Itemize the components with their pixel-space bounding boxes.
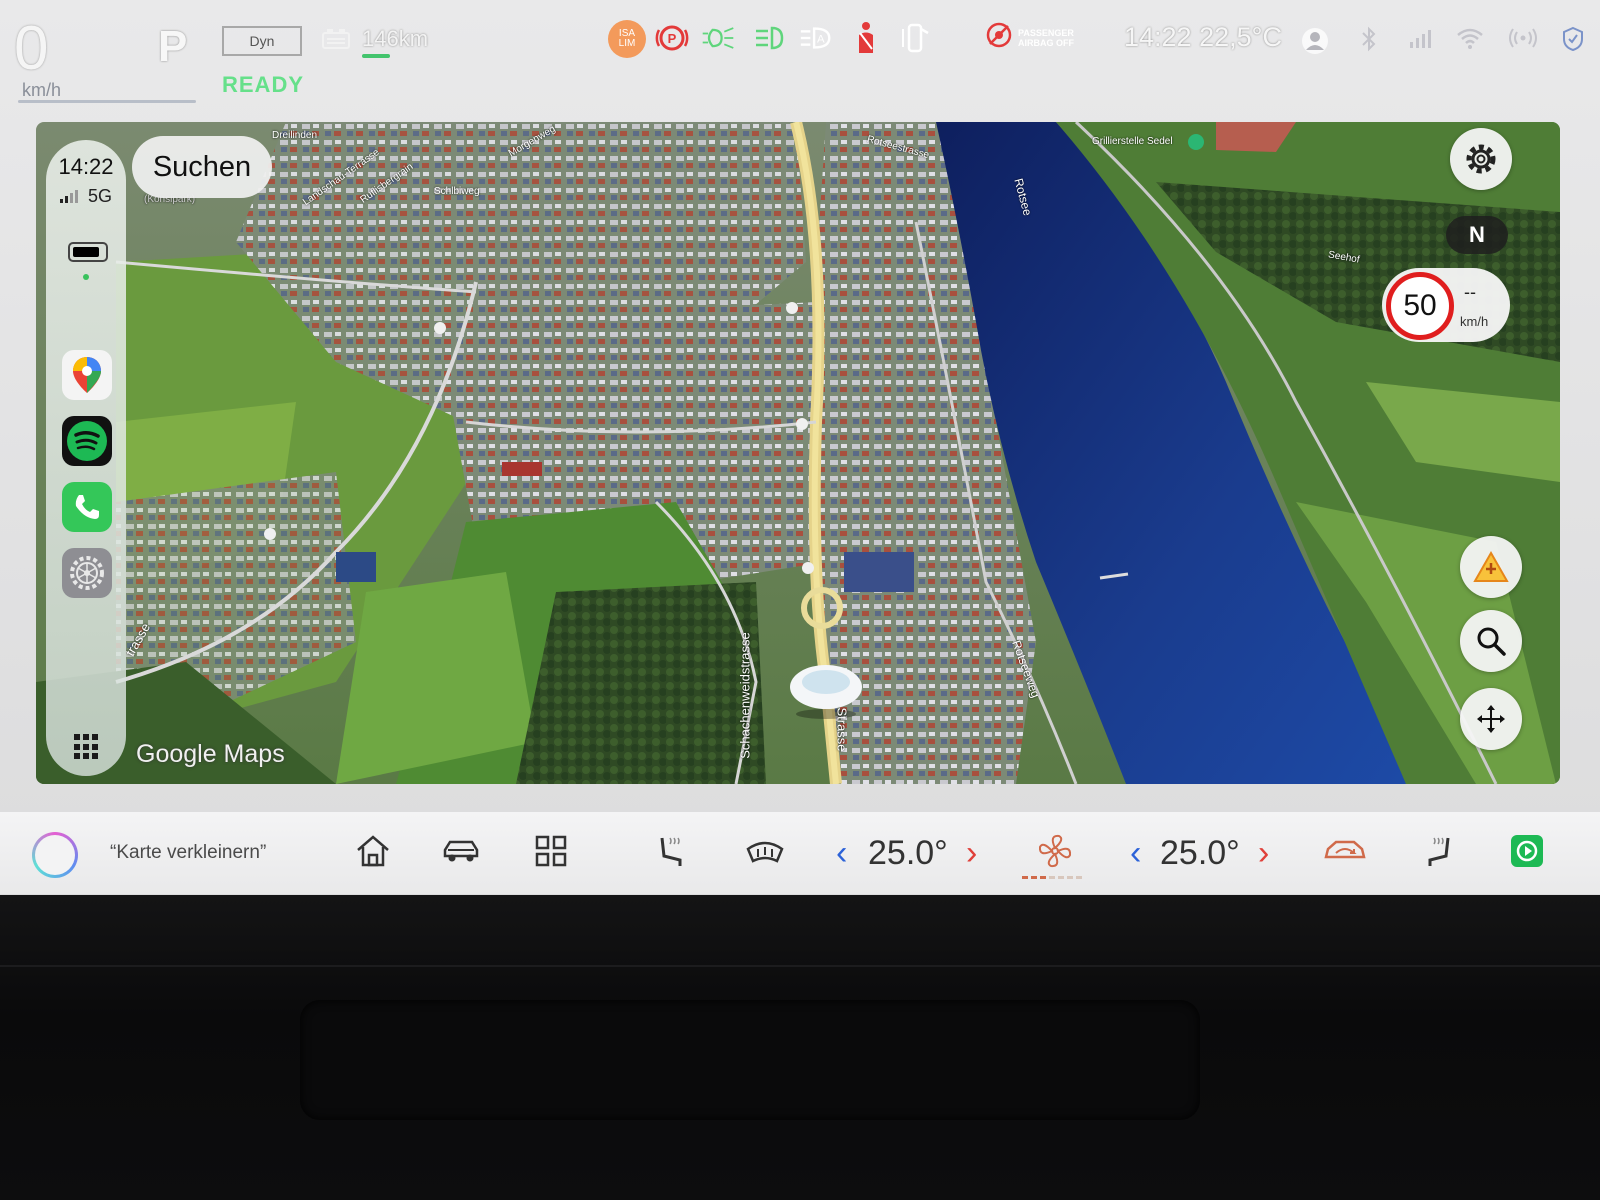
right-temp-down-button[interactable]: ‹: [1130, 834, 1141, 873]
speed-unit: km/h: [22, 80, 62, 100]
compass-button[interactable]: N: [1446, 216, 1508, 254]
satellite-map-view[interactable]: [36, 122, 1560, 784]
range-level-bar: [362, 54, 390, 58]
drive-mode-badge[interactable]: Dyn: [222, 26, 302, 56]
climate-bar: “Karte verkleinern” ‹ 25.0° › ‹ 25.0° ›: [0, 812, 1600, 894]
air-vent: [300, 1000, 1200, 1120]
warning-icon: [1473, 550, 1509, 582]
voice-assistant-button[interactable]: [32, 832, 78, 878]
fan-level-indicator: [1022, 876, 1082, 879]
map-label: Grillierstelle Sedel: [1092, 136, 1173, 147]
passenger-airbag-off-icon: [986, 22, 1012, 53]
home-button[interactable]: [348, 826, 398, 876]
user-icon[interactable]: [1300, 26, 1330, 62]
svg-text:A: A: [817, 34, 825, 46]
current-speed-unit: km/h: [1460, 314, 1489, 329]
speed-limit-card: 50 -- km/h: [1382, 268, 1510, 342]
speed-bar: [18, 100, 196, 103]
seat-heat-left-button[interactable]: [646, 826, 696, 876]
apps-button[interactable]: [526, 826, 576, 876]
spotify-app-icon[interactable]: [62, 416, 112, 466]
seatbelt-warning-icon: [848, 20, 884, 56]
right-temp-up-button[interactable]: ›: [1258, 834, 1269, 873]
phone-app-icon[interactable]: [62, 482, 112, 532]
vehicle-button[interactable]: [436, 826, 486, 876]
settings-app-icon[interactable]: [62, 548, 112, 598]
infotainment-screen: 0 km/h P Dyn READY 146km ISA LIM P A PAS…: [0, 0, 1600, 895]
network-type: 5G: [88, 186, 113, 206]
recenter-button[interactable]: [1460, 688, 1522, 750]
left-temp-up-button[interactable]: ›: [966, 834, 977, 873]
seat-heat-left-icon: [660, 837, 682, 866]
defrost-button[interactable]: [740, 826, 790, 876]
range-readout: 146km: [362, 26, 429, 51]
report-incident-button[interactable]: [1460, 536, 1522, 598]
cellular-signal-icon: [60, 190, 78, 203]
bluetooth-icon[interactable]: [1360, 26, 1378, 58]
speed-readout: 0: [14, 14, 49, 83]
right-temperature: 25.0°: [1160, 834, 1240, 872]
recirculation-icon: [1324, 840, 1366, 859]
map-label: Strasse: [834, 707, 850, 752]
map-label: Dreilinden: [272, 130, 318, 141]
cellular-icon: [1408, 26, 1432, 56]
gear-indicator: P: [158, 22, 188, 71]
hotspot-icon[interactable]: [1508, 26, 1538, 56]
seat-heat-right-button[interactable]: [1414, 826, 1464, 876]
dashboard-trim: [0, 895, 1600, 1200]
carplay-icon: [1511, 835, 1543, 867]
mic-active-indicator: [83, 274, 89, 280]
app-grid-icon[interactable]: [74, 734, 100, 760]
carplay-dock: 14:22 5G: [46, 140, 126, 776]
parking-brake-icon: P: [654, 20, 690, 56]
shield-icon[interactable]: [1562, 26, 1584, 58]
pan-arrows-icon: [1477, 705, 1505, 733]
fan-icon: [1038, 834, 1072, 868]
car-icon: [443, 840, 479, 862]
navigation-map[interactable]: Dreilinden Morgenweg Rotseestrasse Grill…: [36, 122, 1560, 784]
clock: 14:22: [1124, 22, 1192, 52]
dashboard-seam: [0, 965, 1600, 967]
carplay-time: 14:22: [58, 154, 114, 179]
left-temp-down-button[interactable]: ‹: [836, 834, 847, 873]
auto-high-beam-icon: A: [798, 20, 834, 56]
recirculation-button[interactable]: [1320, 826, 1370, 876]
outside-temperature: 22,5°C: [1199, 22, 1282, 52]
google-maps-app-icon[interactable]: [62, 350, 112, 400]
search-icon: [1477, 627, 1506, 656]
map-search-button[interactable]: Suchen: [132, 136, 272, 198]
left-temperature: 25.0°: [868, 834, 948, 872]
apps-grid-icon: [535, 835, 567, 867]
svg-text:P: P: [668, 31, 677, 46]
isa-lim-icon: ISA LIM: [608, 20, 646, 58]
ready-indicator: READY: [222, 72, 305, 97]
current-speed: --: [1464, 282, 1476, 302]
carplay-button[interactable]: [1502, 826, 1552, 876]
wifi-icon[interactable]: [1456, 26, 1484, 56]
home-icon: [357, 835, 389, 867]
passenger-airbag-status: PASSENGER AIRBAG OFF: [986, 22, 1088, 53]
defrost-icon: [746, 841, 784, 863]
battery-range-icon: [322, 28, 352, 50]
speed-limit-sign: 50: [1386, 272, 1454, 340]
map-settings-button[interactable]: [1450, 128, 1512, 190]
door-open-icon: [896, 20, 932, 56]
voice-hint: “Karte verkleinern”: [110, 842, 267, 863]
passenger-airbag-label: PASSENGER AIRBAG OFF: [1018, 27, 1074, 48]
gear-icon: [1466, 144, 1496, 174]
battery-icon: [68, 242, 108, 262]
position-light-icon: [752, 20, 788, 56]
seat-heat-right-icon: [1428, 837, 1450, 866]
map-label: Schlbiweg: [434, 186, 480, 197]
clock-and-temperature: 14:22 22,5°C: [1124, 22, 1282, 53]
low-beam-icon: [700, 20, 736, 56]
fan-button[interactable]: [1030, 826, 1080, 876]
status-bar: 0 km/h P Dyn READY 146km ISA LIM P A PAS…: [0, 0, 1600, 120]
map-label: Schachenweidstrasse: [737, 632, 753, 759]
map-search-icon-button[interactable]: [1460, 610, 1522, 672]
map-attribution: Google Maps: [136, 740, 285, 768]
